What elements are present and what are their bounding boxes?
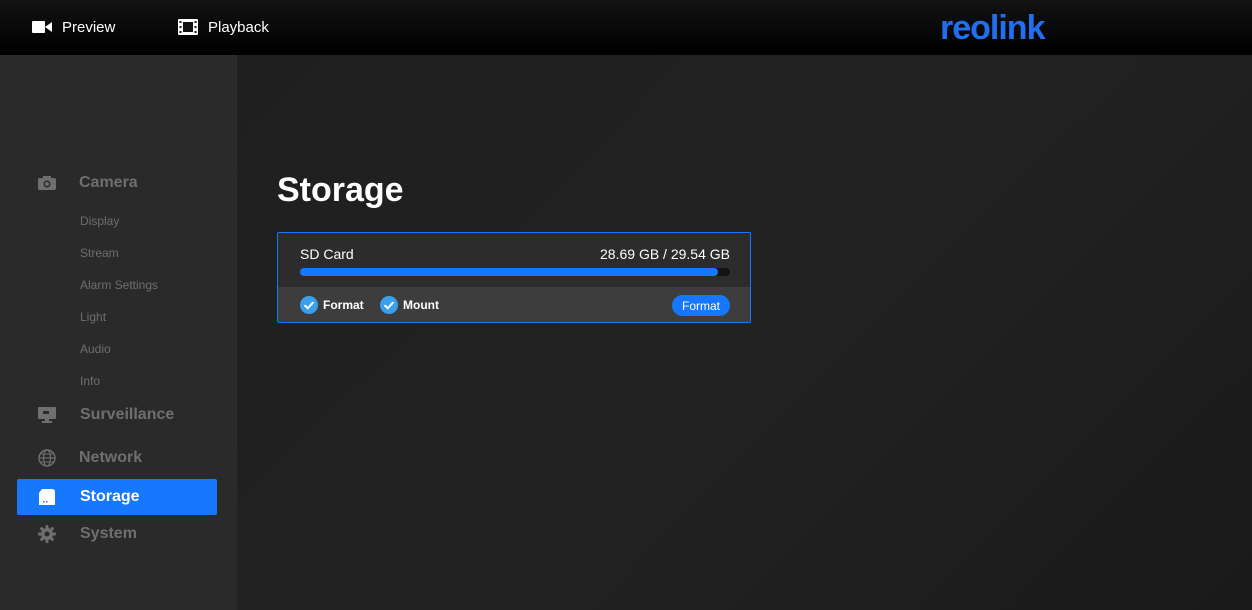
format-button[interactable]: Format xyxy=(672,295,730,316)
sidebar-subitem-light[interactable]: Light xyxy=(80,310,106,324)
sidebar-subitem-stream[interactable]: Stream xyxy=(80,246,119,260)
check-circle-icon xyxy=(380,296,398,314)
sidebar-item-label: Storage xyxy=(80,488,140,505)
sidebar-item-system[interactable]: System xyxy=(17,516,217,552)
sidebar-item-surveillance[interactable]: Surveillance xyxy=(17,397,217,433)
sidebar-item-label: Network xyxy=(79,449,143,466)
playback-nav-button[interactable]: Playback xyxy=(178,16,269,38)
storage-usage-bar xyxy=(300,268,730,276)
monitor-icon xyxy=(38,407,56,423)
video-camera-icon xyxy=(32,21,52,33)
format-checkbox-label: Format xyxy=(323,298,364,312)
storage-usage-fill xyxy=(300,268,718,276)
sd-card-name: SD Card xyxy=(300,246,354,262)
sidebar-item-label: Camera xyxy=(79,174,138,191)
preview-label: Preview xyxy=(62,18,116,36)
preview-nav-button[interactable]: Preview xyxy=(32,16,115,38)
sidebar-subitem-alarm-settings[interactable]: Alarm Settings xyxy=(80,278,158,292)
sidebar-item-network[interactable]: Network xyxy=(17,440,217,476)
sd-card-icon xyxy=(39,489,55,505)
mount-checkbox-label: Mount xyxy=(403,298,439,312)
page-title: Storage xyxy=(277,171,404,209)
sd-card-actions: Format Mount Format xyxy=(278,287,750,322)
reolink-logo: reolink xyxy=(940,9,1045,47)
sidebar-item-camera[interactable]: Camera xyxy=(17,165,217,201)
sd-card-usage: 28.69 GB / 29.54 GB xyxy=(600,246,730,262)
sidebar-item-label: System xyxy=(80,525,137,542)
check-circle-icon xyxy=(300,296,318,314)
format-checkbox[interactable]: Format xyxy=(300,296,364,314)
sd-card-panel: SD Card 28.69 GB / 29.54 GB Format Mount… xyxy=(277,232,751,323)
playback-label: Playback xyxy=(208,18,269,36)
globe-icon xyxy=(38,449,56,467)
sidebar-subitem-audio[interactable]: Audio xyxy=(80,342,111,356)
main-content xyxy=(237,55,1252,610)
film-strip-icon xyxy=(178,19,198,35)
gear-icon xyxy=(38,525,56,543)
sd-card-summary: SD Card 28.69 GB / 29.54 GB xyxy=(278,233,750,287)
mount-checkbox[interactable]: Mount xyxy=(380,296,439,314)
sidebar-item-storage[interactable]: Storage xyxy=(17,479,217,515)
top-bar: Preview Playback reolink xyxy=(0,0,1252,55)
camera-icon xyxy=(38,176,56,190)
sidebar-subitem-info[interactable]: Info xyxy=(80,374,100,388)
sidebar-item-label: Surveillance xyxy=(80,406,175,423)
sidebar-subitem-display[interactable]: Display xyxy=(80,214,119,228)
